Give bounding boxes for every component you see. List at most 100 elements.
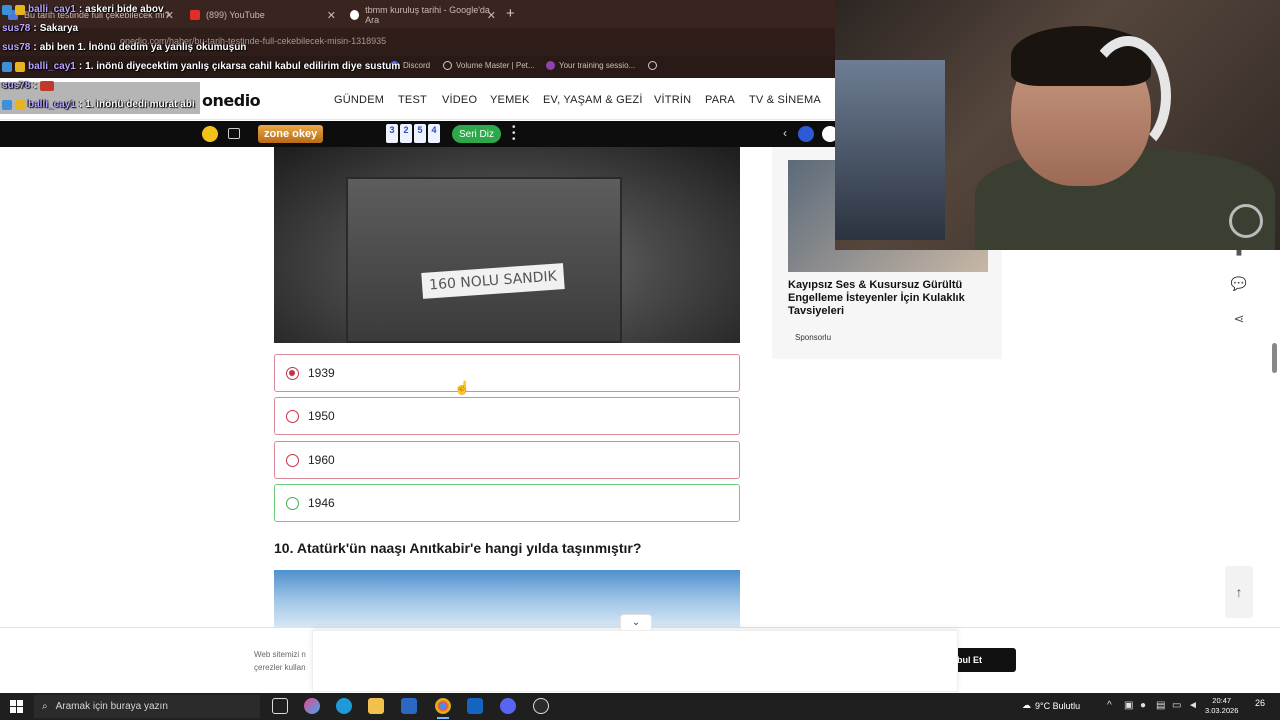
microphone-icon[interactable]: ● bbox=[1140, 700, 1146, 711]
answer-option-1939[interactable]: 1939 bbox=[274, 354, 740, 392]
bookmark-globe[interactable] bbox=[648, 61, 657, 70]
answer-option-1946[interactable]: 1946 bbox=[274, 484, 740, 522]
comments-icon[interactable]: 💬 bbox=[1229, 274, 1249, 294]
chat-username: balli_cay1 bbox=[28, 4, 76, 15]
tab-label: tbmm kuruluş tarihi - Google'da Ara bbox=[365, 5, 490, 25]
radio-icon bbox=[286, 496, 299, 510]
nav-item-vitrin[interactable]: VİTRİN bbox=[654, 94, 691, 106]
chevron-up-icon[interactable]: ^ bbox=[1107, 700, 1112, 711]
tab-label: (899) YouTube bbox=[206, 10, 265, 20]
gamepad-icon[interactable] bbox=[228, 128, 240, 139]
extension-icon[interactable] bbox=[798, 126, 814, 142]
question-photo: 160 NOLU SANDIK bbox=[274, 147, 740, 343]
new-tab-button[interactable]: + bbox=[506, 5, 515, 22]
bookmark-volume-master[interactable]: Volume Master | Pet... bbox=[443, 61, 535, 70]
edge-icon[interactable] bbox=[336, 698, 352, 714]
close-icon[interactable]: ✕ bbox=[487, 9, 496, 22]
nav-item-test[interactable]: TEST bbox=[398, 94, 427, 106]
obs-icon[interactable] bbox=[533, 698, 549, 714]
taskbar-search[interactable]: ⌕ Aramak için buraya yazın bbox=[34, 695, 260, 718]
radio-icon bbox=[286, 453, 299, 467]
answer-option-1950[interactable]: 1950 bbox=[274, 397, 740, 435]
chat-username: balli_cay1 bbox=[28, 61, 76, 72]
site-logo[interactable]: onedio bbox=[202, 91, 261, 110]
badge-icon bbox=[2, 99, 12, 110]
answer-option-1960[interactable]: 1960 bbox=[274, 441, 740, 479]
cookie-text-line: çerezler kullan bbox=[254, 663, 306, 672]
radio-selected-icon bbox=[286, 366, 299, 380]
active-app-indicator bbox=[437, 717, 449, 719]
cloud-icon: ☁ bbox=[1022, 700, 1031, 710]
scroll-to-top-button[interactable]: ↑ bbox=[1225, 566, 1253, 618]
zone-okey-bar: zone okey 3 2 5 4 Seri Diz • • • ‹ bbox=[0, 121, 838, 147]
chevron-down-icon[interactable]: ⌄ bbox=[620, 614, 652, 630]
chat-message: sus78: Sakarya bbox=[2, 23, 79, 34]
zone-okey-logo[interactable]: zone okey bbox=[258, 125, 324, 143]
nav-item-yemek[interactable]: YEMEK bbox=[490, 94, 530, 106]
bottom-ad-frame[interactable] bbox=[312, 630, 958, 692]
clock-date: 3.03.2026 bbox=[1205, 706, 1239, 715]
browser-tab[interactable]: tbmm kuruluş tarihi - Google'da Ara ✕ bbox=[342, 4, 502, 26]
nav-item-tv-sinema[interactable]: TV & SİNEMA bbox=[749, 94, 821, 106]
tray-icon[interactable]: ▣ bbox=[1124, 700, 1133, 711]
store-icon[interactable] bbox=[401, 698, 417, 714]
clock-time: 20:47 bbox=[1212, 696, 1232, 705]
badge-icon bbox=[15, 99, 25, 110]
more-options-icon[interactable]: • • • bbox=[512, 123, 516, 145]
notification-badge[interactable]: 26 bbox=[1255, 698, 1265, 708]
chat-text: Sakarya bbox=[39, 23, 79, 34]
chrome-icon[interactable] bbox=[435, 698, 451, 714]
chat-username: sus78 bbox=[2, 42, 31, 53]
chat-username: sus78 bbox=[2, 23, 31, 34]
volume-icon[interactable]: ◄ bbox=[1188, 700, 1198, 711]
file-explorer-icon[interactable] bbox=[368, 698, 384, 714]
nav-item-ev-yasam[interactable]: EV, YAŞAM & GEZİ bbox=[543, 94, 643, 106]
game-icon[interactable] bbox=[202, 126, 218, 142]
chat-text: 1. inönü dedi murat abi bbox=[85, 99, 195, 110]
webcam-overlay bbox=[835, 0, 1280, 250]
share-icon[interactable]: ⋖ bbox=[1229, 309, 1249, 329]
accept-cookies-button[interactable]: bul Et bbox=[950, 648, 1016, 672]
headset bbox=[1085, 36, 1171, 156]
weather-text: 9°C Bulutlu bbox=[1035, 700, 1081, 711]
system-clock[interactable]: 20:47 3.03.2026 bbox=[1205, 696, 1238, 716]
bookmark-label: Discord bbox=[403, 61, 431, 70]
chat-message: sus78: bbox=[2, 80, 54, 91]
option-label: 1939 bbox=[308, 366, 335, 380]
cookie-text: Web sitemizi n çerezler kullan bbox=[254, 648, 306, 674]
cookie-text-line: Web sitemizi n bbox=[254, 650, 306, 659]
ad-title[interactable]: Kayıpsız Ses & Kusursuz Gürültü Engellem… bbox=[788, 279, 984, 318]
option-label: 1950 bbox=[308, 409, 335, 423]
copilot-icon[interactable] bbox=[304, 698, 320, 714]
chat-message: balli_cay1: 1. inönü diyecektim yanlış ç… bbox=[2, 61, 400, 72]
nav-item-video[interactable]: VİDEO bbox=[442, 94, 477, 106]
chat-username: balli_cay1 bbox=[28, 99, 76, 110]
discord-icon[interactable] bbox=[500, 698, 516, 714]
scrollbar[interactable] bbox=[1272, 343, 1277, 373]
google-icon bbox=[350, 10, 360, 20]
windows-taskbar: ⌕ Aramak için buraya yazın ☁ 9°C Bulutlu… bbox=[0, 693, 1280, 720]
chat-message: balli_cay1: askeri bide abov bbox=[2, 4, 164, 15]
bookmark-training[interactable]: Your training sessio... bbox=[546, 61, 635, 70]
close-icon[interactable]: ✕ bbox=[327, 9, 336, 22]
stream-logo-icon bbox=[1229, 204, 1263, 238]
windows-start-icon[interactable] bbox=[10, 700, 23, 713]
badge-icon bbox=[2, 4, 12, 15]
browser-tab[interactable]: (899) YouTube ✕ bbox=[182, 4, 342, 26]
close-icon[interactable]: ✕ bbox=[165, 9, 174, 22]
okey-tile: 5 bbox=[414, 124, 426, 143]
seri-diz-button[interactable]: Seri Diz bbox=[452, 125, 502, 143]
chevron-left-icon[interactable]: ‹ bbox=[783, 126, 787, 140]
weather-widget[interactable]: ☁ 9°C Bulutlu bbox=[1022, 700, 1080, 711]
network-icon[interactable]: ▭ bbox=[1172, 700, 1181, 711]
chat-message: sus78: abi ben 1. İnönü dedim ya yanlış … bbox=[2, 42, 247, 53]
search-placeholder: Aramak için buraya yazın bbox=[55, 701, 168, 712]
outlook-icon[interactable] bbox=[467, 698, 483, 714]
youtube-icon bbox=[190, 10, 200, 20]
cursor-hand-icon: ☝ bbox=[454, 380, 471, 395]
nav-item-gundem[interactable]: GÜNDEM bbox=[334, 94, 384, 106]
nav-item-para[interactable]: PARA bbox=[705, 94, 735, 106]
task-view-icon[interactable] bbox=[272, 698, 288, 714]
chat-text: askeri bide abov bbox=[85, 4, 164, 15]
tray-icon[interactable]: ▤ bbox=[1156, 700, 1165, 711]
